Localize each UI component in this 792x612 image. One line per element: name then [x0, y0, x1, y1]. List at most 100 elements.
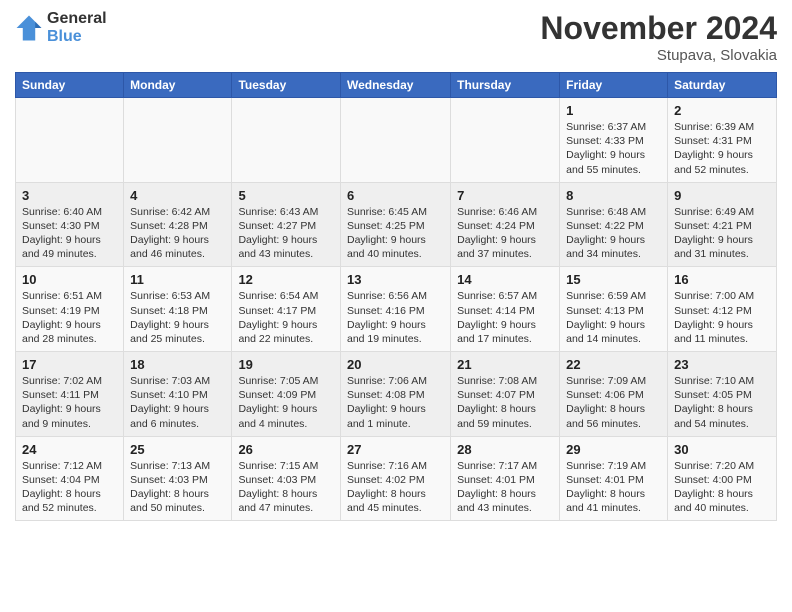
day-cell: 15Sunrise: 6:59 AMSunset: 4:13 PMDayligh…	[560, 267, 668, 352]
day-number: 16	[674, 272, 770, 287]
day-info: Sunrise: 7:12 AMSunset: 4:04 PMDaylight:…	[22, 459, 117, 516]
day-number: 3	[22, 188, 117, 203]
day-number: 25	[130, 442, 225, 457]
day-info: Sunrise: 7:15 AMSunset: 4:03 PMDaylight:…	[238, 459, 334, 516]
day-info: Sunrise: 6:46 AMSunset: 4:24 PMDaylight:…	[457, 205, 553, 262]
logo: General Blue	[15, 10, 107, 45]
week-row-4: 17 Sunrise: 7:02 AMSunset: 4:11 PMDayligh…	[16, 352, 777, 437]
day-number: 14	[457, 272, 553, 287]
day-info: Sunrise: 6:56 AMSunset: 4:16 PMDaylight:…	[347, 289, 444, 346]
main-container: General Blue November 2024 Stupava, Slov…	[0, 0, 792, 531]
day-cell: 24 Sunrise: 7:12 AMSunset: 4:04 PMDayligh…	[16, 436, 124, 521]
day-number: 23	[674, 357, 770, 372]
day-info: Sunrise: 7:08 AMSunset: 4:07 PMDaylight:…	[457, 374, 553, 431]
col-header-tuesday: Tuesday	[232, 73, 341, 98]
day-info: Sunrise: 6:54 AMSunset: 4:17 PMDaylight:…	[238, 289, 334, 346]
day-number: 4	[130, 188, 225, 203]
day-number: 26	[238, 442, 334, 457]
col-header-thursday: Thursday	[451, 73, 560, 98]
day-info: Sunrise: 6:49 AMSunset: 4:21 PMDaylight:…	[674, 205, 770, 262]
month-title: November 2024	[540, 10, 777, 47]
day-cell: 13Sunrise: 6:56 AMSunset: 4:16 PMDayligh…	[340, 267, 450, 352]
day-cell: 26 Sunrise: 7:15 AMSunset: 4:03 PMDayligh…	[232, 436, 341, 521]
day-number: 2	[674, 103, 770, 118]
day-number: 20	[347, 357, 444, 372]
day-number: 18	[130, 357, 225, 372]
day-cell: 19Sunrise: 7:05 AMSunset: 4:09 PMDayligh…	[232, 352, 341, 437]
title-block: November 2024 Stupava, Slovakia	[540, 10, 777, 64]
day-number: 15	[566, 272, 661, 287]
day-cell: 20 Sunrise: 7:06 AMSunset: 4:08 PMDayligh…	[340, 352, 450, 437]
day-number: 10	[22, 272, 117, 287]
day-cell: 3 Sunrise: 6:40 AMSunset: 4:30 PMDaylight…	[16, 182, 124, 267]
day-info: Sunrise: 6:48 AMSunset: 4:22 PMDaylight:…	[566, 205, 661, 262]
day-info: Sunrise: 6:43 AMSunset: 4:27 PMDaylight:…	[238, 205, 334, 262]
day-info: Sunrise: 7:06 AMSunset: 4:08 PMDaylight:…	[347, 374, 444, 431]
day-number: 21	[457, 357, 553, 372]
day-info: Sunrise: 6:40 AMSunset: 4:30 PMDaylight:…	[22, 205, 117, 262]
day-cell	[232, 98, 341, 183]
day-number: 17	[22, 357, 117, 372]
logo-text: General Blue	[47, 10, 107, 45]
day-cell: 29 Sunrise: 7:19 AMSunset: 4:01 PMDayligh…	[560, 436, 668, 521]
day-cell: 4 Sunrise: 6:42 AMSunset: 4:28 PMDaylight…	[124, 182, 232, 267]
day-info: Sunrise: 6:53 AMSunset: 4:18 PMDaylight:…	[130, 289, 225, 346]
week-row-1: 1Sunrise: 6:37 AMSunset: 4:33 PMDaylight…	[16, 98, 777, 183]
day-info: Sunrise: 6:42 AMSunset: 4:28 PMDaylight:…	[130, 205, 225, 262]
week-row-5: 24 Sunrise: 7:12 AMSunset: 4:04 PMDayligh…	[16, 436, 777, 521]
day-info: Sunrise: 6:45 AMSunset: 4:25 PMDaylight:…	[347, 205, 444, 262]
col-header-friday: Friday	[560, 73, 668, 98]
day-cell: 23 Sunrise: 7:10 AMSunset: 4:05 PMDayligh…	[668, 352, 777, 437]
location: Stupava, Slovakia	[540, 47, 777, 64]
day-cell: 28Sunrise: 7:17 AMSunset: 4:01 PMDayligh…	[451, 436, 560, 521]
day-cell: 6Sunrise: 6:45 AMSunset: 4:25 PMDaylight…	[340, 182, 450, 267]
day-number: 29	[566, 442, 661, 457]
day-info: Sunrise: 6:57 AMSunset: 4:14 PMDaylight:…	[457, 289, 553, 346]
day-info: Sunrise: 7:00 AMSunset: 4:12 PMDaylight:…	[674, 289, 770, 346]
day-info: Sunrise: 6:51 AMSunset: 4:19 PMDaylight:…	[22, 289, 117, 346]
header-row: SundayMondayTuesdayWednesdayThursdayFrid…	[16, 73, 777, 98]
day-cell: 11 Sunrise: 6:53 AMSunset: 4:18 PMDayligh…	[124, 267, 232, 352]
day-cell: 25 Sunrise: 7:13 AMSunset: 4:03 PMDayligh…	[124, 436, 232, 521]
day-number: 5	[238, 188, 334, 203]
calendar-header: SundayMondayTuesdayWednesdayThursdayFrid…	[16, 73, 777, 98]
day-cell: 2 Sunrise: 6:39 AMSunset: 4:31 PMDaylight…	[668, 98, 777, 183]
day-cell: 21 Sunrise: 7:08 AMSunset: 4:07 PMDayligh…	[451, 352, 560, 437]
day-info: Sunrise: 7:02 AMSunset: 4:11 PMDaylight:…	[22, 374, 117, 431]
day-cell: 10 Sunrise: 6:51 AMSunset: 4:19 PMDayligh…	[16, 267, 124, 352]
day-number: 12	[238, 272, 334, 287]
day-info: Sunrise: 7:19 AMSunset: 4:01 PMDaylight:…	[566, 459, 661, 516]
day-number: 28	[457, 442, 553, 457]
day-number: 27	[347, 442, 444, 457]
header: General Blue November 2024 Stupava, Slov…	[15, 10, 777, 64]
calendar-body: 1Sunrise: 6:37 AMSunset: 4:33 PMDaylight…	[16, 98, 777, 521]
day-cell: 12 Sunrise: 6:54 AMSunset: 4:17 PMDayligh…	[232, 267, 341, 352]
day-info: Sunrise: 7:03 AMSunset: 4:10 PMDaylight:…	[130, 374, 225, 431]
day-cell	[340, 98, 450, 183]
week-row-3: 10 Sunrise: 6:51 AMSunset: 4:19 PMDayligh…	[16, 267, 777, 352]
day-info: Sunrise: 7:09 AMSunset: 4:06 PMDaylight:…	[566, 374, 661, 431]
logo-icon	[15, 14, 43, 42]
col-header-wednesday: Wednesday	[340, 73, 450, 98]
day-info: Sunrise: 7:16 AMSunset: 4:02 PMDaylight:…	[347, 459, 444, 516]
day-info: Sunrise: 6:39 AMSunset: 4:31 PMDaylight:…	[674, 120, 770, 177]
day-cell: 27 Sunrise: 7:16 AMSunset: 4:02 PMDayligh…	[340, 436, 450, 521]
day-info: Sunrise: 7:13 AMSunset: 4:03 PMDaylight:…	[130, 459, 225, 516]
day-number: 24	[22, 442, 117, 457]
day-number: 7	[457, 188, 553, 203]
day-number: 1	[566, 103, 661, 118]
day-info: Sunrise: 7:05 AMSunset: 4:09 PMDaylight:…	[238, 374, 334, 431]
day-cell: 1Sunrise: 6:37 AMSunset: 4:33 PMDaylight…	[560, 98, 668, 183]
col-header-sunday: Sunday	[16, 73, 124, 98]
day-cell: 5 Sunrise: 6:43 AMSunset: 4:27 PMDaylight…	[232, 182, 341, 267]
day-cell	[451, 98, 560, 183]
day-cell: 7 Sunrise: 6:46 AMSunset: 4:24 PMDaylight…	[451, 182, 560, 267]
col-header-monday: Monday	[124, 73, 232, 98]
day-number: 8	[566, 188, 661, 203]
day-cell: 17 Sunrise: 7:02 AMSunset: 4:11 PMDayligh…	[16, 352, 124, 437]
day-number: 9	[674, 188, 770, 203]
day-number: 11	[130, 272, 225, 287]
day-info: Sunrise: 7:10 AMSunset: 4:05 PMDaylight:…	[674, 374, 770, 431]
day-cell	[124, 98, 232, 183]
calendar-table: SundayMondayTuesdayWednesdayThursdayFrid…	[15, 72, 777, 521]
